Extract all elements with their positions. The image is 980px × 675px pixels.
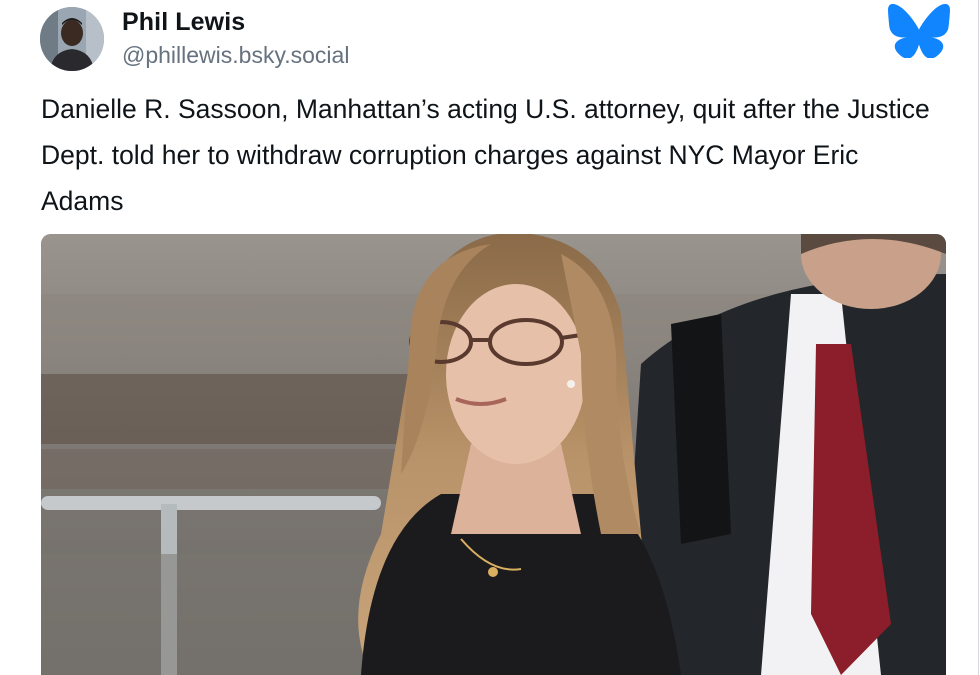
author-display-name[interactable]: Phil Lewis	[122, 8, 245, 37]
author-handle[interactable]: @phillewis.bsky.social	[122, 42, 349, 69]
post-text: Danielle R. Sassoon, Manhattan’s acting …	[41, 94, 930, 216]
bluesky-butterfly-icon[interactable]	[888, 3, 950, 59]
post-card[interactable]: Phil Lewis @phillewis.bsky.social Daniel…	[0, 0, 979, 675]
author-avatar[interactable]	[40, 7, 104, 71]
post-image[interactable]	[41, 234, 946, 675]
